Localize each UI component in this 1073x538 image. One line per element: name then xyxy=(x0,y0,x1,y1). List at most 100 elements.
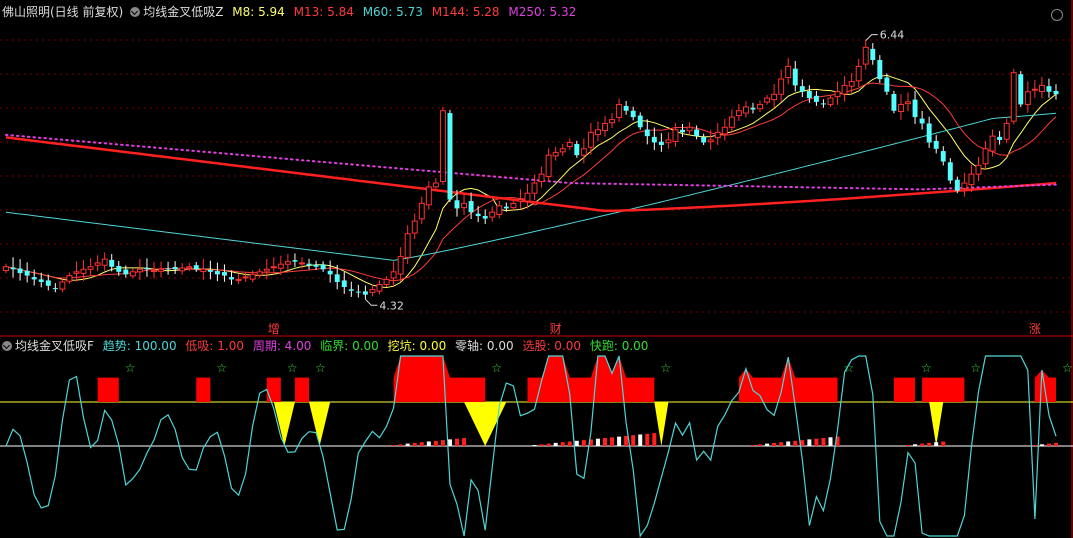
candle-body xyxy=(123,269,129,275)
low-price-label: 4.32 xyxy=(379,299,404,312)
candle-body xyxy=(10,267,16,270)
candle-body xyxy=(707,139,714,143)
candle-body xyxy=(1046,86,1052,92)
trend-zone-red xyxy=(922,377,965,402)
step-bar xyxy=(574,440,579,446)
candle-body xyxy=(954,179,960,191)
trend-zone-red xyxy=(393,356,486,402)
candle-body xyxy=(785,65,792,79)
step-bar xyxy=(581,440,586,446)
candle-body xyxy=(764,97,771,103)
step-bar xyxy=(906,445,911,446)
step-bar xyxy=(447,439,452,446)
candle-body xyxy=(559,148,566,153)
candle-body xyxy=(905,101,911,105)
step-bar xyxy=(433,440,438,446)
candle-body xyxy=(672,129,679,142)
pit-triangle xyxy=(464,402,507,446)
candle-body xyxy=(602,122,608,132)
step-bar xyxy=(391,445,396,446)
step-bar xyxy=(560,442,565,446)
step-bar xyxy=(617,436,622,446)
step-bar xyxy=(462,438,467,446)
step-bar xyxy=(758,444,763,446)
candle-body xyxy=(425,186,432,206)
candle-body xyxy=(207,270,213,272)
candle-body xyxy=(651,136,657,143)
candle-body xyxy=(616,103,623,118)
candle-body xyxy=(757,103,763,110)
chart-canvas[interactable]: 6.44 4.32 增 财 涨 ☆ ☆ ☆ ☆ ☆ ☆ ☆ ☆ ☆ ☆ xyxy=(0,0,1073,538)
candle-body xyxy=(284,261,291,265)
candle-body xyxy=(968,173,975,186)
step-bar xyxy=(455,438,460,446)
candle-body xyxy=(80,268,87,274)
candle-body xyxy=(686,126,693,132)
step-bar xyxy=(602,438,607,446)
step-bar xyxy=(920,443,925,446)
candle-body xyxy=(355,291,361,293)
step-bar xyxy=(786,441,791,446)
candle-body xyxy=(242,276,249,279)
candle-body xyxy=(1038,84,1045,92)
trend-zone-red xyxy=(893,377,916,402)
step-bar xyxy=(532,445,537,446)
candle-body xyxy=(623,105,629,111)
candle-body xyxy=(510,202,517,209)
run-star-icon: ☆ xyxy=(287,361,298,375)
step-bar xyxy=(419,442,424,446)
run-star-icon: ☆ xyxy=(660,361,671,375)
candle-body xyxy=(721,126,728,135)
candle-body xyxy=(66,275,73,282)
trend-zone-red xyxy=(196,377,211,402)
candle-body xyxy=(926,123,932,143)
candle-body xyxy=(997,136,1003,140)
candle-body xyxy=(813,95,819,102)
candle-body xyxy=(680,129,685,133)
candle-body xyxy=(1053,90,1059,95)
step-bar xyxy=(412,442,417,446)
step-bar xyxy=(765,443,770,446)
candle-body xyxy=(552,152,559,157)
candle-body xyxy=(263,268,270,272)
candle-body xyxy=(482,216,488,219)
candle-body xyxy=(870,48,876,61)
candle-body xyxy=(580,148,587,156)
step-bar xyxy=(913,444,918,446)
candle-body xyxy=(884,77,890,92)
candle-body xyxy=(165,268,171,270)
step-bar xyxy=(567,441,572,446)
candle-body xyxy=(59,281,66,290)
step-bar xyxy=(398,444,403,446)
candle-body xyxy=(158,268,164,272)
step-bar xyxy=(941,441,946,446)
candle-body xyxy=(24,270,30,276)
candle-body xyxy=(256,271,263,276)
candle-body xyxy=(531,182,538,194)
candle-body xyxy=(348,289,354,291)
step-bar xyxy=(645,433,650,446)
candle-body xyxy=(3,266,9,272)
candle-body xyxy=(151,270,157,273)
candle-body xyxy=(594,129,601,136)
candle-body xyxy=(116,265,122,272)
candle-body xyxy=(489,211,496,218)
trend-zone-red xyxy=(266,377,281,402)
trend-zone-red xyxy=(97,377,119,402)
step-bar xyxy=(828,437,833,446)
step-bar xyxy=(638,434,643,446)
candle-body xyxy=(742,106,749,114)
candle-body xyxy=(701,136,707,143)
candle-body xyxy=(891,94,897,111)
step-bar xyxy=(1054,442,1058,446)
candle-body xyxy=(383,278,390,285)
candle-body xyxy=(877,60,883,80)
candle-body xyxy=(947,162,953,181)
candle-body xyxy=(313,264,319,267)
candle-body xyxy=(418,202,425,220)
candle-body xyxy=(193,265,199,270)
candle-body xyxy=(129,271,136,277)
candle-body xyxy=(665,139,672,144)
candle-body xyxy=(31,277,37,280)
candle-body xyxy=(1010,72,1017,122)
